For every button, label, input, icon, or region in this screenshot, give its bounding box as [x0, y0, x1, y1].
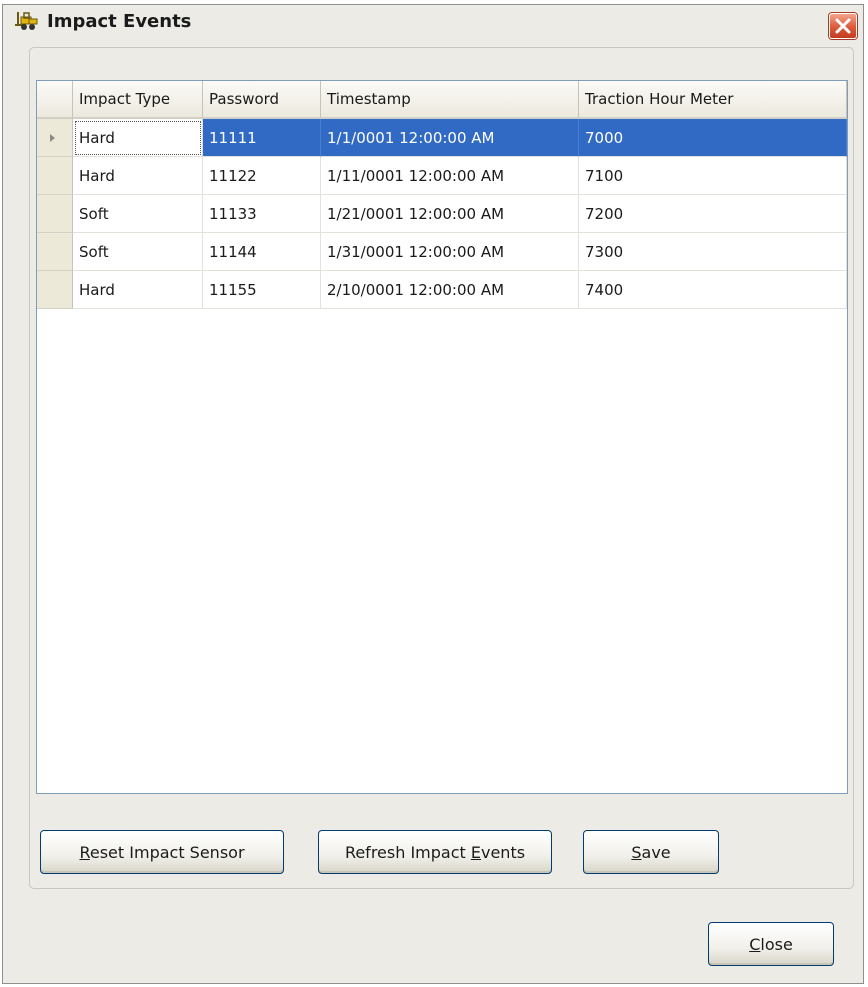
window-title: Impact Events: [47, 10, 192, 32]
cell-timestamp[interactable]: 1/21/0001 12:00:00 AM: [321, 195, 579, 233]
column-header-traction-hour-meter[interactable]: Traction Hour Meter: [579, 81, 847, 119]
cell-password[interactable]: 11144: [203, 233, 321, 271]
close-button[interactable]: Close: [708, 922, 834, 966]
cell-impact-type[interactable]: Hard: [73, 271, 203, 309]
forklift-icon: [15, 10, 41, 32]
cell-timestamp[interactable]: 1/11/0001 12:00:00 AM: [321, 157, 579, 195]
current-row-arrow-icon: [50, 134, 55, 142]
column-header-password[interactable]: Password: [203, 81, 321, 119]
close-label: Close: [749, 934, 793, 954]
cell-traction-hour-meter[interactable]: 7400: [579, 271, 847, 309]
cell-password[interactable]: 11111: [203, 119, 321, 157]
cell-traction-hour-meter[interactable]: 7200: [579, 195, 847, 233]
save-label: Save: [631, 842, 671, 862]
row-header[interactable]: [37, 233, 73, 271]
row-header[interactable]: [37, 195, 73, 233]
cell-timestamp[interactable]: 1/1/0001 12:00:00 AM: [321, 119, 579, 157]
row-header[interactable]: [37, 119, 73, 157]
cell-traction-hour-meter[interactable]: 7000: [579, 119, 847, 157]
refresh-impact-events-button[interactable]: Refresh Impact Events: [318, 830, 552, 874]
cell-timestamp[interactable]: 1/31/0001 12:00:00 AM: [321, 233, 579, 271]
close-icon: [835, 18, 851, 34]
cell-traction-hour-meter[interactable]: 7100: [579, 157, 847, 195]
cell-password[interactable]: 11155: [203, 271, 321, 309]
impact-events-grid[interactable]: Impact Type Password Timestamp Traction …: [36, 80, 848, 794]
cell-impact-type[interactable]: Hard: [73, 119, 203, 157]
cell-impact-type[interactable]: Hard: [73, 157, 203, 195]
grid-corner-header[interactable]: [37, 81, 73, 119]
row-header[interactable]: [37, 271, 73, 309]
column-header-timestamp[interactable]: Timestamp: [321, 81, 579, 119]
cell-password[interactable]: 11133: [203, 195, 321, 233]
column-header-impact-type[interactable]: Impact Type: [73, 81, 203, 119]
window-close-button[interactable]: [829, 13, 857, 39]
title-bar[interactable]: Impact Events: [3, 5, 863, 39]
cell-password[interactable]: 11122: [203, 157, 321, 195]
row-header[interactable]: [37, 157, 73, 195]
cell-timestamp[interactable]: 2/10/0001 12:00:00 AM: [321, 271, 579, 309]
refresh-impact-events-label: Refresh Impact Events: [344, 842, 526, 862]
save-button[interactable]: Save: [583, 830, 719, 874]
reset-impact-sensor-label: Reset Impact Sensor: [79, 842, 245, 862]
cell-impact-type[interactable]: Soft: [73, 195, 203, 233]
cell-impact-type[interactable]: Soft: [73, 233, 203, 271]
cell-traction-hour-meter[interactable]: 7300: [579, 233, 847, 271]
reset-impact-sensor-button[interactable]: Reset Impact Sensor: [40, 830, 284, 874]
